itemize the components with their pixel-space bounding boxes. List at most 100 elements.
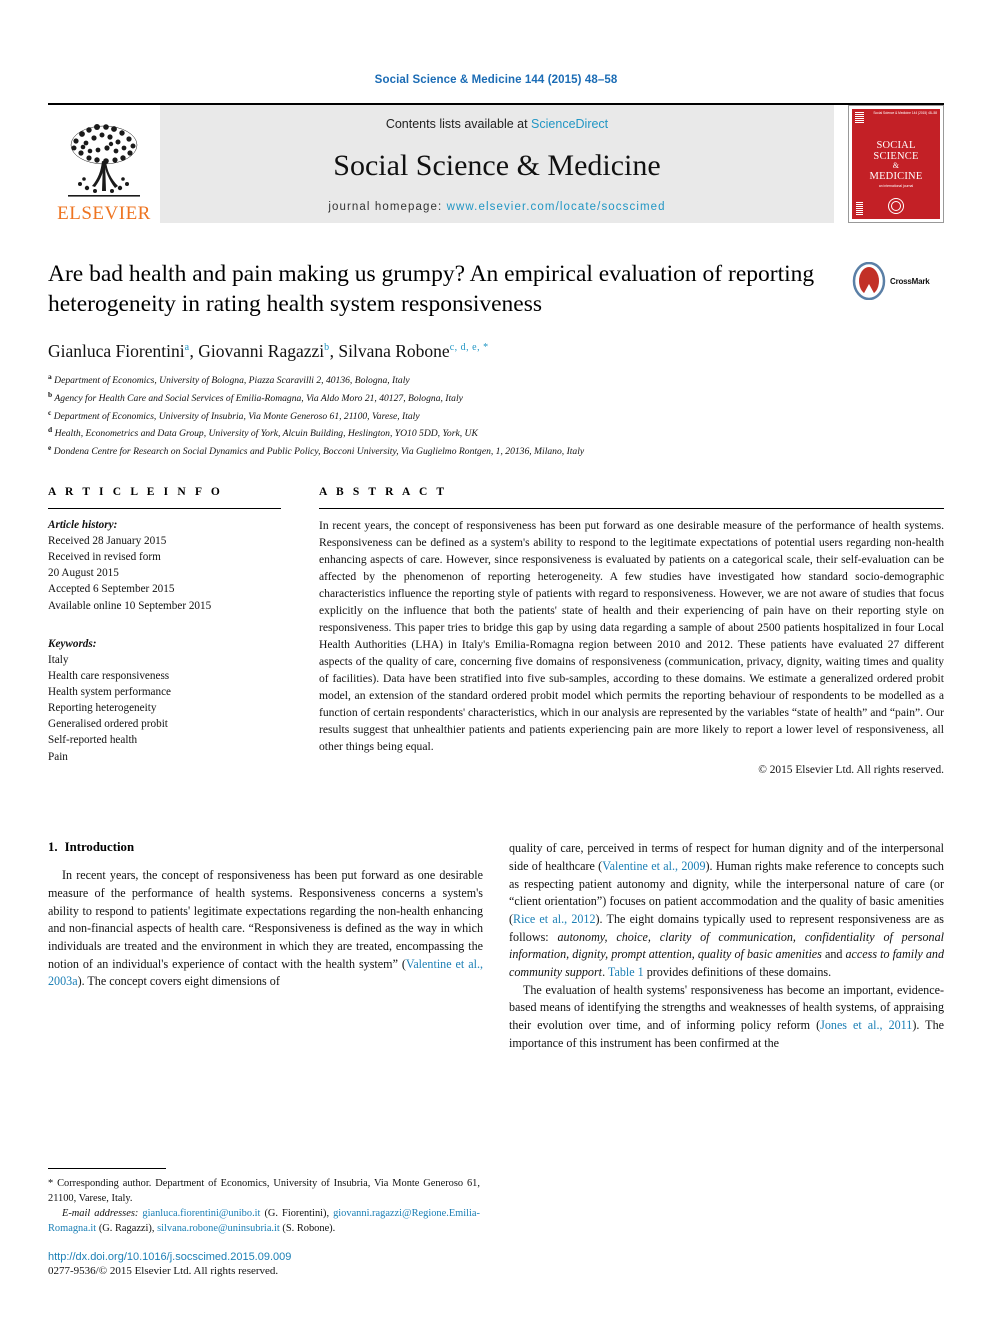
affiliation-d-mark: d — [48, 425, 53, 435]
article-history-item: 20 August 2015 — [48, 567, 119, 580]
section-heading-introduction: 1. Introduction — [48, 840, 483, 855]
affiliation-list: a Department of Economics, University of… — [48, 371, 944, 460]
section-title: Introduction — [64, 840, 135, 855]
affiliation-e-mark: e — [48, 443, 52, 453]
intro-paragraph-1-right: quality of care, perceived in terms of r… — [509, 840, 944, 981]
journal-title: Social Science & Medicine — [333, 149, 661, 182]
elsevier-wordmark: ELSEVIER — [57, 203, 151, 224]
keyword-item: Reporting heterogeneity — [48, 702, 157, 715]
cover-issue-text: Social Science & Medicine 144 (2015) 48–… — [873, 111, 937, 115]
author-3-name: Silvana Robone — [338, 341, 450, 362]
affiliation-d-text: Health, Econometrics and Data Group, Uni… — [54, 428, 478, 440]
journal-homepage-line: journal homepage: www.elsevier.com/locat… — [328, 201, 665, 213]
affiliation-e-text: Dondena Centre for Research on Social Dy… — [53, 446, 585, 458]
email-link-fiorentini[interactable]: gianluca.fiorentini@unibo.it — [142, 1208, 260, 1219]
cover-subtitle: an international journal — [878, 183, 914, 188]
affiliation-a-mark: a — [48, 372, 52, 382]
cover-seal-icon — [888, 198, 904, 214]
elsevier-tree-icon — [68, 124, 140, 197]
corresponding-text: Corresponding author. Department of Econ… — [48, 1177, 480, 1204]
contents-prefix: Contents lists available at — [385, 117, 532, 131]
corresponding-author-note: * Corresponding author. Department of Ec… — [48, 1176, 480, 1206]
article-history-block: Article history: Received 28 January 201… — [48, 517, 281, 614]
article-title: Are bad health and pain making us grumpy… — [48, 261, 815, 318]
email-link-robone[interactable]: silvana.robone@uninsubria.it — [157, 1223, 280, 1234]
citation-valentine-2009[interactable]: Valentine et al., 2009 — [602, 859, 705, 873]
intro-p1-text-b: ). The concept covers eight dimensions o… — [77, 974, 280, 989]
affiliation-b-text: Agency for Health Care and Social Servic… — [54, 393, 463, 405]
journal-masthead: ELSEVIER Contents lists available at Sci… — [48, 103, 944, 223]
abstract-rule — [319, 507, 944, 509]
citation-jones-2011[interactable]: Jones et al., 2011 — [820, 1018, 912, 1032]
abstract-text: In recent years, the concept of responsi… — [319, 518, 944, 754]
section-number: 1. — [48, 840, 58, 855]
article-history-item: Accepted 6 September 2015 — [48, 583, 175, 596]
affiliation-c-text: Department of Economics, University of I… — [53, 410, 420, 422]
keywords-block: Keywords: Italy Health care responsivene… — [48, 636, 281, 765]
author-1: Gianluca Fiorentinia — [48, 341, 190, 361]
abstract-copyright: © 2015 Elsevier Ltd. All rights reserved… — [758, 764, 944, 777]
footnote-block: * Corresponding author. Department of Ec… — [48, 1167, 480, 1277]
keyword-item: Pain — [48, 750, 68, 763]
keyword-item: Generalised ordered probit — [48, 718, 168, 731]
cover-title: SOCIAL SCIENCE & MEDICINE — [870, 140, 923, 181]
affiliation-d: d Health, Econometrics and Data Group, U… — [48, 424, 944, 442]
intro-p1r-text-f: provides definitions of these domains. — [643, 965, 832, 980]
author-sep-1: , — [189, 341, 199, 362]
info-abstract-row: A R T I C L E I N F O Article history: R… — [48, 486, 944, 776]
doi-link[interactable]: http://dx.doi.org/10.1016/j.socscimed.20… — [48, 1251, 480, 1263]
abstract-heading: A B S T R A C T — [319, 485, 448, 498]
email-addresses-note: E-mail addresses: gianluca.fiorentini@un… — [48, 1207, 480, 1234]
article-info-column: A R T I C L E I N F O Article history: R… — [48, 486, 281, 776]
article-history-label: Article history: — [48, 518, 118, 531]
author-3: Silvana Robonec, d, e, * — [338, 341, 488, 361]
cover-inner: Social Science & Medicine 144 (2015) 48–… — [852, 109, 940, 219]
affiliation-b: b Agency for Health Care and Social Serv… — [48, 389, 944, 407]
journal-cover-thumbnail: Social Science & Medicine 144 (2015) 48–… — [848, 105, 944, 223]
homepage-url-link[interactable]: www.elsevier.com/locate/socscimed — [447, 201, 666, 213]
citation-table-1[interactable]: Table 1 — [608, 965, 644, 979]
homepage-prefix: journal homepage: — [328, 201, 447, 213]
email-label: E-mail addresses: — [62, 1207, 139, 1219]
author-list: Gianluca Fiorentinia, Giovanni Ragazzib,… — [48, 341, 944, 362]
intro-paragraph-1-left: In recent years, the concept of responsi… — [48, 867, 483, 991]
email-who-ragazzi: (G. Ragazzi) — [98, 1222, 152, 1234]
title-block: Are bad health and pain making us grumpy… — [48, 259, 944, 460]
abstract-column: A B S T R A C T In recent years, the con… — [281, 486, 944, 776]
author-3-affil-mark: c, d, e, * — [449, 342, 489, 354]
corresponding-mark: * — [48, 1177, 54, 1189]
cover-title-line3: & — [892, 161, 900, 171]
article-history-item: Received in revised form — [48, 551, 161, 564]
article-history-item: Received 28 January 2015 — [48, 535, 167, 548]
email-who-robone: (S. Robone) — [282, 1222, 333, 1234]
email-who-fiorentini: (G. Fiorentini) — [264, 1207, 327, 1219]
issn-copyright-line: 0277-9536/© 2015 Elsevier Ltd. All right… — [48, 1265, 279, 1277]
intro-p1-text-a: In recent years, the concept of responsi… — [48, 868, 483, 971]
crossmark-label: CrossMark — [890, 276, 930, 286]
keyword-item: Self-reported health — [48, 734, 138, 747]
intro-paragraph-2-right: The evaluation of health systems' respon… — [509, 982, 944, 1053]
affiliation-c: c Department of Economics, University of… — [48, 407, 944, 425]
article-info-rule — [48, 507, 281, 509]
keywords-label: Keywords: — [48, 637, 97, 650]
cover-bottom-barcode-icon — [856, 202, 863, 215]
sciencedirect-link[interactable]: ScienceDirect — [531, 117, 608, 131]
intro-p1r-text-d: and — [821, 947, 846, 962]
body-columns: 1. Introduction In recent years, the conc… — [48, 840, 944, 1052]
affiliation-e: e Dondena Centre for Research on Social … — [48, 442, 944, 460]
paper-page: Social Science & Medicine 144 (2015) 48–… — [0, 0, 992, 1323]
running-head: Social Science & Medicine 144 (2015) 48–… — [374, 74, 618, 86]
cover-barcode-icon — [855, 112, 864, 123]
crossmark-badge[interactable]: CrossMark — [852, 261, 944, 301]
contents-available-line: Contents lists available at ScienceDirec… — [386, 117, 608, 131]
body-right-column: quality of care, perceived in terms of r… — [509, 840, 944, 1052]
keyword-item: Italy — [48, 653, 69, 666]
affiliation-a-text: Department of Economics, University of B… — [54, 375, 410, 387]
author-2-name: Giovanni Ragazzi — [198, 341, 325, 362]
keyword-item: Health care responsiveness — [48, 669, 170, 682]
elsevier-logo: ELSEVIER — [48, 105, 160, 223]
citation-rice-2012[interactable]: Rice et al., 2012 — [513, 912, 595, 926]
author-2: Giovanni Ragazzib — [198, 341, 329, 361]
affiliation-b-mark: b — [48, 389, 53, 399]
author-1-name: Gianluca Fiorentini — [48, 341, 185, 362]
